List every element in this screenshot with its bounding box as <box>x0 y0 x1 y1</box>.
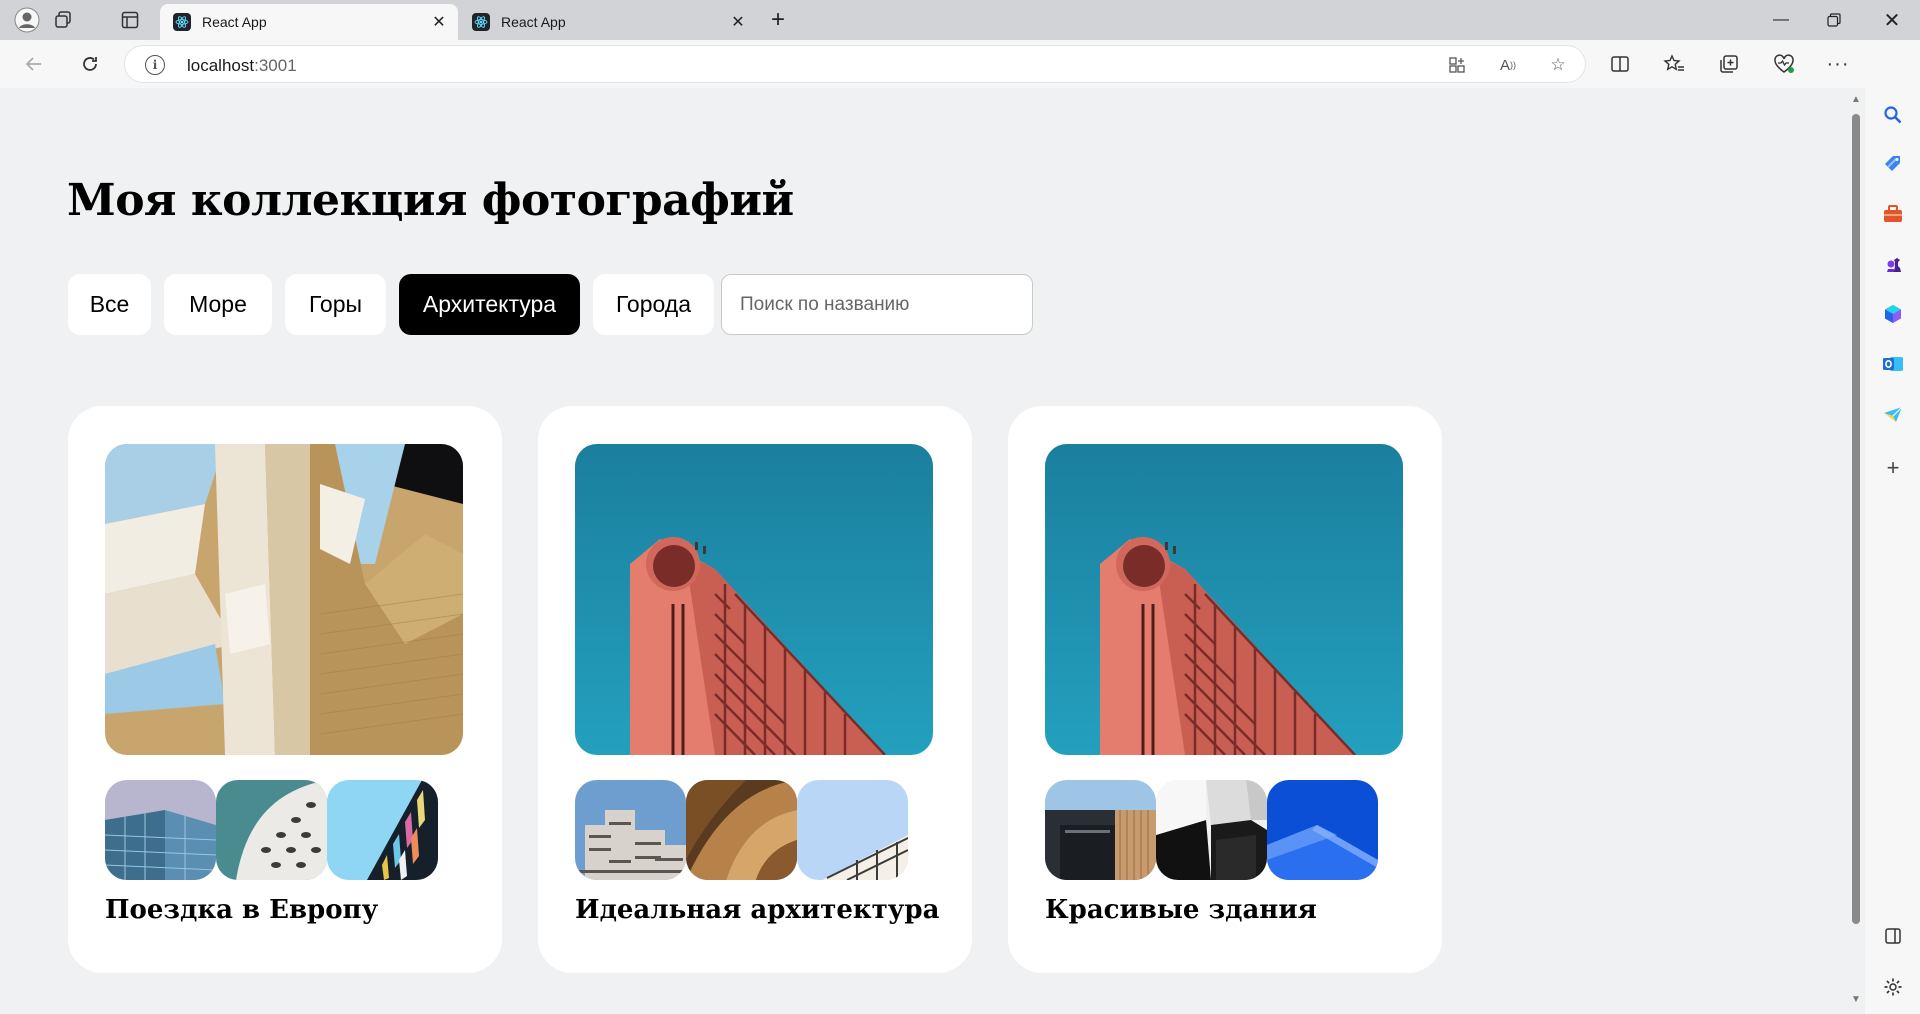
tools-briefcase-icon[interactable] <box>1880 201 1906 227</box>
tab-react-app-1[interactable]: React App ✕ <box>160 4 458 40</box>
split-screen-icon[interactable] <box>1604 48 1636 80</box>
refresh-button[interactable] <box>74 48 106 80</box>
collection-cover-image[interactable] <box>1045 444 1403 755</box>
favorite-star-icon[interactable]: ☆ <box>1546 53 1570 77</box>
edge-sidebar: + <box>1865 40 1920 1014</box>
collection-card[interactable]: Красивые здания <box>1008 406 1442 973</box>
search-icon[interactable] <box>1880 102 1906 128</box>
collection-thumbnails <box>575 780 908 880</box>
category-filters: Все Море Горы Архитектура Города <box>68 274 714 335</box>
workspaces-icon[interactable] <box>48 5 78 35</box>
collections-icon[interactable] <box>1713 48 1745 80</box>
search-input[interactable] <box>721 274 1033 335</box>
outlook-icon[interactable] <box>1880 351 1906 377</box>
thumbnail-image[interactable] <box>1156 780 1267 880</box>
collection-name: Поездка в Европу <box>105 895 379 925</box>
new-tab-button[interactable]: + <box>763 5 793 35</box>
thumbnail-image[interactable] <box>797 780 908 880</box>
collection-thumbnails <box>105 780 438 880</box>
collection-cover-image[interactable] <box>105 444 463 755</box>
favorites-icon[interactable] <box>1658 48 1690 80</box>
page-scrollbar[interactable]: ▲ ▼ <box>1848 88 1864 1014</box>
browser-toolbar: i localhost:3001 A)) ☆ ··· <box>0 40 1920 88</box>
scrollbar-thumb[interactable] <box>1852 114 1860 924</box>
filter-sea-button[interactable]: Море <box>164 274 272 335</box>
thumbnail-image[interactable] <box>1045 780 1156 880</box>
collection-name: Идеальная архитектура <box>575 895 940 925</box>
browser-essentials-icon[interactable] <box>1768 48 1800 80</box>
react-logo-icon <box>472 13 490 31</box>
settings-gear-icon[interactable] <box>1880 974 1906 1000</box>
thumbnail-image[interactable] <box>1267 780 1378 880</box>
back-button[interactable] <box>18 48 50 80</box>
page-content: Моя коллекция фотографий Все Море Горы А… <box>0 88 1848 1014</box>
filter-all-button[interactable]: Все <box>68 274 151 335</box>
site-info-icon[interactable]: i <box>145 55 165 75</box>
collection-card[interactable]: Идеальная архитектура <box>538 406 972 973</box>
collection-card[interactable]: Поездка в Европу <box>68 406 502 973</box>
tab-title: React App <box>501 14 566 30</box>
address-bar[interactable]: i localhost:3001 A)) ☆ <box>124 45 1586 83</box>
read-aloud-icon[interactable]: A)) <box>1496 53 1520 77</box>
minimize-button[interactable]: — <box>1753 0 1809 40</box>
more-options-icon[interactable]: ··· <box>1822 48 1854 80</box>
thumbnail-image[interactable] <box>216 780 327 880</box>
thumbnail-image[interactable] <box>575 780 686 880</box>
shopping-tag-icon[interactable] <box>1880 151 1906 177</box>
close-window-button[interactable]: ✕ <box>1864 0 1920 40</box>
collections-grid: Поездка в Европу Идеальная архитектура К… <box>68 406 1442 973</box>
react-logo-icon <box>173 13 191 31</box>
restore-button[interactable] <box>1806 0 1862 40</box>
url-text: localhost:3001 <box>187 56 297 75</box>
scroll-up-arrow-icon[interactable]: ▲ <box>1850 94 1862 106</box>
thumbnail-image[interactable] <box>686 780 797 880</box>
apps-icon[interactable] <box>1445 53 1469 77</box>
thumbnail-image[interactable] <box>327 780 438 880</box>
browser-tab-bar: React App ✕ React App ✕ + — ✕ <box>0 0 1920 40</box>
add-sidebar-app-icon[interactable]: + <box>1880 455 1906 481</box>
microsoft-365-icon[interactable] <box>1880 301 1906 327</box>
collection-name: Красивые здания <box>1045 895 1317 925</box>
page-title: Моя коллекция фотографий <box>67 175 794 226</box>
hide-sidebar-icon[interactable] <box>1880 923 1906 949</box>
drop-send-icon[interactable] <box>1880 401 1906 427</box>
tab-title: React App <box>202 14 267 30</box>
filter-architecture-button[interactable]: Архитектура <box>399 274 580 335</box>
filter-cities-button[interactable]: Города <box>593 274 714 335</box>
thumbnail-image[interactable] <box>105 780 216 880</box>
collection-thumbnails <box>1045 780 1378 880</box>
scroll-down-arrow-icon[interactable]: ▼ <box>1850 994 1862 1006</box>
tab-actions-icon[interactable] <box>115 5 145 35</box>
close-tab-icon[interactable]: ✕ <box>426 9 452 35</box>
tab-react-app-2[interactable]: React App ✕ <box>459 4 757 40</box>
close-tab-icon[interactable]: ✕ <box>725 9 751 35</box>
collection-cover-image[interactable] <box>575 444 933 755</box>
games-chess-icon[interactable] <box>1880 251 1906 277</box>
filter-mountains-button[interactable]: Горы <box>285 274 386 335</box>
profile-icon[interactable] <box>12 5 42 35</box>
